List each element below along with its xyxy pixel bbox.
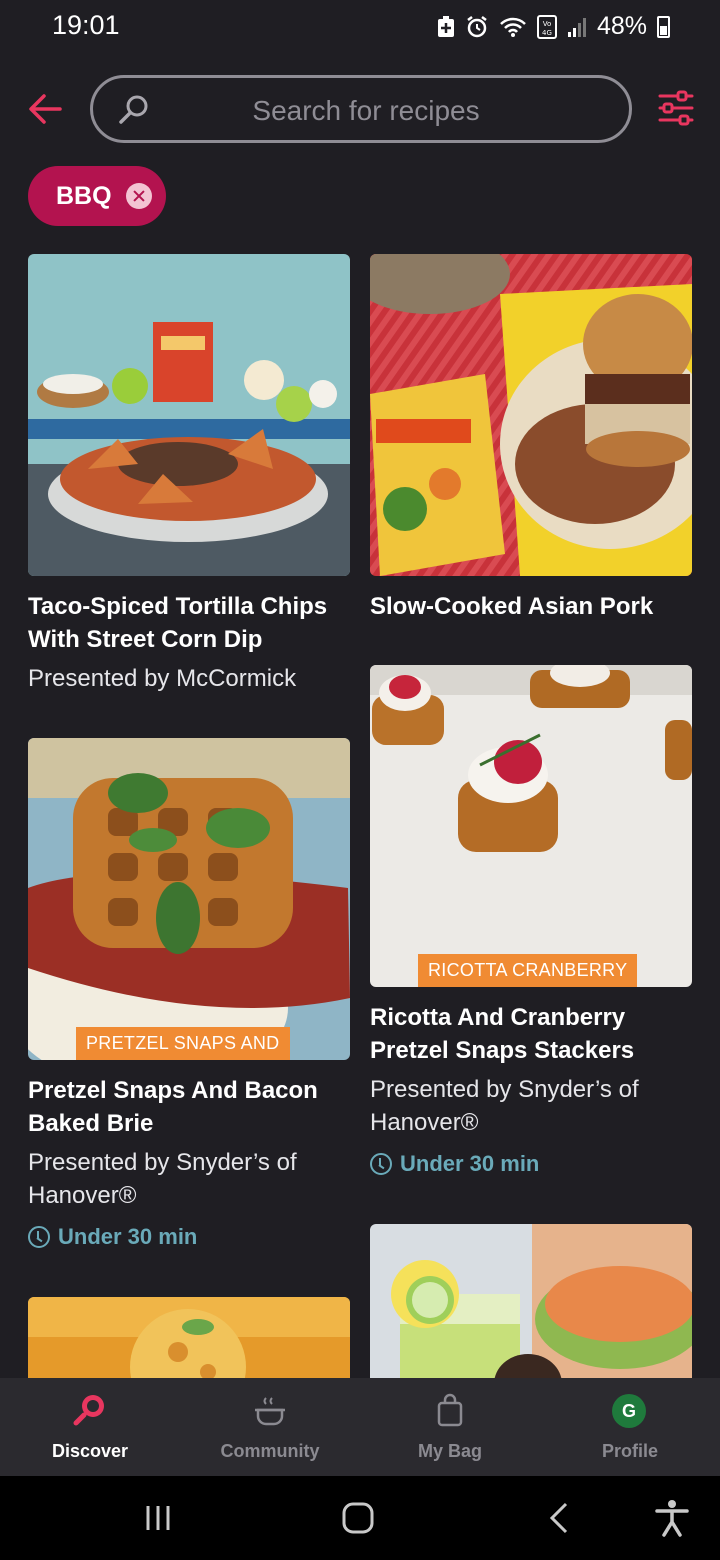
nav-label: Profile	[601, 1441, 658, 1461]
recipe-image-badge: PRETZEL SNAPS AND	[76, 1027, 290, 1060]
pot-icon	[255, 1397, 285, 1426]
nav-profile[interactable]: G Profile	[540, 1378, 720, 1476]
recipe-card[interactable]: RICOTTA CRANBERRY Ricotta And Cranberry …	[370, 665, 692, 1177]
nav-label: Community	[220, 1441, 320, 1461]
nav-label: Discover	[51, 1441, 129, 1461]
recipe-image-badge: RICOTTA CRANBERRY	[418, 954, 638, 987]
recipe-sponsor: Presented by Snyder’s of Hanover®	[370, 1076, 639, 1136]
bag-icon	[437, 1393, 463, 1427]
recipe-card[interactable]	[370, 1224, 692, 1378]
nav-label: My Bag	[417, 1441, 482, 1461]
search-lens-icon	[73, 1395, 104, 1426]
recipe-title[interactable]: Slow-Cooked Asian Pork	[370, 590, 692, 623]
recipe-image[interactable]: RICOTTA CRANBERRY	[370, 665, 692, 987]
recipe-feed[interactable]: Taco-Spiced Tortilla Chips With Street C…	[0, 0, 720, 1378]
recipe-image[interactable]	[370, 254, 692, 576]
nav-my-bag[interactable]: My Bag	[360, 1378, 540, 1476]
recipe-image[interactable]: PRETZEL SNAPS AND	[28, 738, 350, 1060]
bottom-nav: Discover Community My Bag G Profile	[0, 1378, 720, 1476]
recipe-card[interactable]	[28, 1297, 350, 1378]
system-nav-bar	[0, 1476, 720, 1560]
recipe-sponsor: Presented by Snyder’s of Hanover®	[28, 1149, 297, 1209]
recipe-image[interactable]	[28, 254, 350, 576]
recipe-title[interactable]: Taco-Spiced Tortilla Chips With Street C…	[28, 590, 350, 656]
recipe-card[interactable]: Taco-Spiced Tortilla Chips With Street C…	[28, 254, 350, 695]
nav-community[interactable]: Community	[180, 1378, 360, 1476]
cook-time: Under 30 min	[370, 1151, 692, 1177]
recipe-card[interactable]: PRETZEL SNAPS AND Pretzel Snaps And Baco…	[28, 738, 350, 1250]
clock-icon	[28, 1226, 50, 1248]
cook-time-label: Under 30 min	[58, 1224, 198, 1249]
recipe-image[interactable]	[28, 1297, 350, 1378]
clock-icon	[370, 1153, 392, 1175]
accessibility-icon[interactable]	[652, 1498, 692, 1538]
cook-time: Under 30 min	[28, 1224, 350, 1250]
nav-discover[interactable]: Discover	[0, 1378, 180, 1476]
back-nav-icon[interactable]	[540, 1498, 580, 1538]
recent-apps-icon[interactable]	[138, 1498, 178, 1538]
recipe-title[interactable]: Ricotta And Cranberry Pretzel Snaps Stac…	[370, 1001, 692, 1067]
recipe-sponsor: Presented by McCormick	[28, 665, 297, 692]
home-icon[interactable]	[338, 1498, 378, 1538]
recipe-card[interactable]: Slow-Cooked Asian Pork	[370, 254, 692, 623]
recipe-image[interactable]	[370, 1224, 692, 1378]
avatar: G	[612, 1394, 646, 1428]
cook-time-label: Under 30 min	[400, 1151, 540, 1176]
recipe-title[interactable]: Pretzel Snaps And Bacon Baked Brie	[28, 1074, 350, 1140]
